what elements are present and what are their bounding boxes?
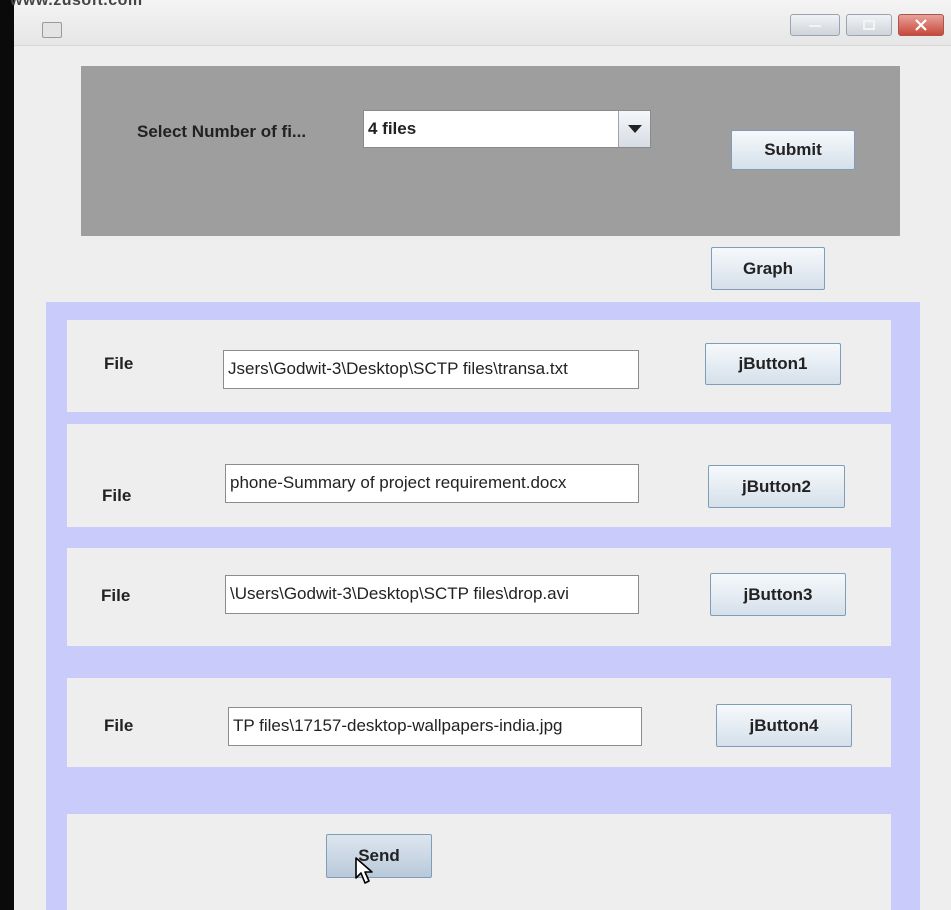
file-path-field-1[interactable]: Jsers\Godwit-3\Desktop\SCTP files\transa…: [223, 350, 639, 389]
file-row-3: File \Users\Godwit-3\Desktop\SCTP files\…: [67, 548, 891, 646]
select-files-label: Select Number of fi...: [137, 122, 307, 141]
browse-button-1[interactable]: jButton1: [705, 343, 841, 385]
file-count-dropdown[interactable]: 4 files: [363, 110, 651, 148]
file-label-4: File: [104, 716, 134, 735]
file-path-field-2[interactable]: phone-Summary of project requirement.doc…: [225, 464, 639, 503]
file-count-value: 4 files: [368, 119, 417, 138]
file-label-1: File: [104, 354, 134, 373]
file-label-2: File: [102, 486, 132, 505]
app-window: www.zusoft.com Select Number of fi... 4 …: [0, 0, 951, 910]
minimize-icon: [791, 15, 839, 35]
file-label-3: File: [101, 586, 131, 605]
file-row-2: File phone-Summary of project requiremen…: [67, 424, 891, 527]
file-row-4: File TP files\17157-desktop-wallpapers-i…: [67, 678, 891, 767]
window-menu-icon[interactable]: [42, 22, 62, 38]
maximize-button[interactable]: [846, 14, 892, 36]
selection-panel: Select Number of fi... 4 files Submit: [81, 66, 900, 236]
maximize-icon: [847, 15, 891, 35]
dropdown-arrow-button[interactable]: [618, 111, 650, 147]
minimize-button[interactable]: [790, 14, 840, 36]
content-pane: Select Number of fi... 4 files Submit Gr…: [14, 46, 951, 910]
close-button[interactable]: [898, 14, 944, 36]
close-icon: [899, 15, 943, 35]
file-row-1: File Jsers\Godwit-3\Desktop\SCTP files\t…: [67, 320, 891, 412]
send-button[interactable]: Send: [326, 834, 432, 878]
file-path-field-3[interactable]: \Users\Godwit-3\Desktop\SCTP files\drop.…: [225, 575, 639, 614]
browse-button-2[interactable]: jButton2: [708, 465, 845, 508]
graph-button[interactable]: Graph: [711, 247, 825, 290]
files-panel: File Jsers\Godwit-3\Desktop\SCTP files\t…: [46, 302, 920, 910]
send-row: Send: [67, 814, 891, 910]
window-left-edge: [0, 0, 14, 910]
browse-button-4[interactable]: jButton4: [716, 704, 852, 747]
submit-button[interactable]: Submit: [731, 130, 855, 170]
mouse-cursor-icon: [355, 857, 373, 884]
file-path-field-4[interactable]: TP files\17157-desktop-wallpapers-india.…: [228, 707, 642, 746]
browse-button-3[interactable]: jButton3: [710, 573, 846, 616]
chevron-down-icon: [627, 125, 642, 133]
title-bar: [14, 0, 951, 46]
watermark-text: www.zusoft.com: [10, 0, 143, 9]
